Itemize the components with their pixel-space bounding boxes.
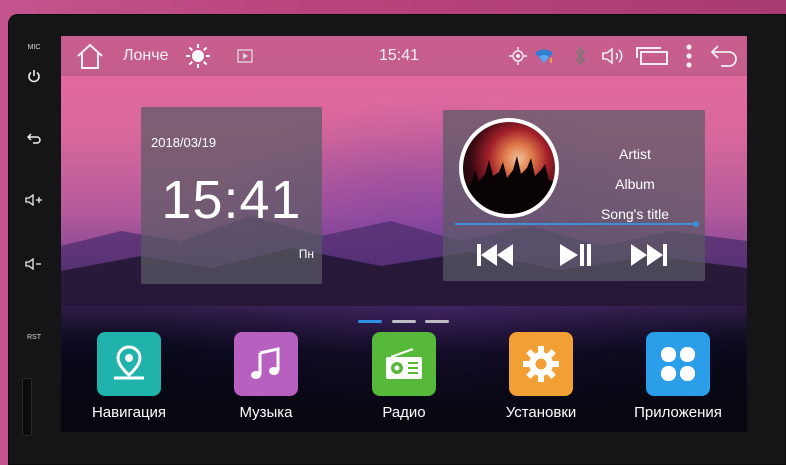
- sd-card-slot: [22, 378, 32, 436]
- clock-date: 2018/03/19: [151, 135, 217, 150]
- album-art[interactable]: [459, 118, 559, 218]
- play-pause-button[interactable]: [553, 240, 597, 270]
- app-title: Лонче: [123, 47, 169, 64]
- more-vertical-icon: [686, 44, 692, 68]
- back-arrow-icon: [710, 45, 737, 67]
- radio-icon: [372, 332, 436, 396]
- bluetooth-icon: [573, 36, 587, 76]
- map-pin-icon: [97, 332, 161, 396]
- recent-apps-icon: [636, 47, 668, 65]
- rst-label: RST: [27, 334, 41, 341]
- volume-down-icon: [25, 258, 41, 270]
- play-pause-icon: [560, 244, 591, 266]
- track-artist: Artist: [619, 146, 651, 162]
- clock-time: 15:41: [161, 170, 302, 230]
- skip-next-icon: [631, 244, 667, 266]
- page-dot-active[interactable]: [358, 320, 382, 323]
- music-widget[interactable]: Artist Album Song's title: [443, 110, 705, 281]
- app-settings[interactable]: Установки: [481, 332, 601, 428]
- gear-icon: [509, 332, 573, 396]
- app-music[interactable]: Музыка: [206, 332, 326, 428]
- volume-up-icon: [25, 194, 42, 206]
- track-progress-thumb[interactable]: [693, 221, 699, 227]
- mic-label: MIC: [27, 44, 41, 51]
- volume-down-button[interactable]: [22, 254, 46, 274]
- hardware-side-panel: MIC RST: [8, 14, 60, 465]
- gps-icon: [509, 36, 527, 76]
- app-label: Навигация: [91, 404, 167, 421]
- clock-widget[interactable]: 2018/03/19 15:41 Пн: [141, 107, 322, 284]
- back-hw-button[interactable]: [22, 128, 46, 148]
- app-label: Радио: [382, 404, 426, 421]
- status-bar: Лонче 15:41: [61, 36, 747, 76]
- app-label: Музыка: [239, 404, 293, 421]
- power-icon: [28, 70, 40, 83]
- home-icon: [77, 43, 103, 69]
- volume-button[interactable]: [601, 36, 627, 76]
- status-clock: 15:41: [379, 47, 420, 64]
- wifi-icon: [533, 36, 555, 76]
- app-navigation[interactable]: Навигация: [69, 332, 189, 428]
- track-progress-bar[interactable]: [455, 223, 697, 225]
- page-dot[interactable]: [392, 320, 416, 323]
- back-button[interactable]: [709, 36, 739, 76]
- home-button[interactable]: [75, 36, 105, 76]
- speaker-icon: [602, 47, 623, 65]
- app-applications[interactable]: Приложения: [618, 332, 738, 428]
- previous-track-button[interactable]: [473, 240, 517, 270]
- apps-grid-icon: [646, 332, 710, 396]
- app-label: Приложения: [634, 404, 722, 421]
- media-playing-indicator: [237, 36, 253, 76]
- multitask-button[interactable]: [635, 36, 671, 76]
- weather-sun-icon: [185, 36, 211, 76]
- track-album: Album: [615, 176, 655, 192]
- play-box-icon: [237, 49, 253, 63]
- menu-button[interactable]: [685, 36, 693, 76]
- track-title: Song's title: [600, 206, 670, 222]
- music-note-icon: [234, 332, 298, 396]
- back-icon: [27, 133, 41, 144]
- volume-up-button[interactable]: [22, 190, 46, 210]
- app-label: Установки: [505, 404, 577, 421]
- next-track-button[interactable]: [627, 240, 671, 270]
- skip-previous-icon: [477, 244, 513, 266]
- power-button[interactable]: [22, 66, 46, 86]
- page-dot[interactable]: [425, 320, 449, 323]
- clock-day: Пн: [298, 247, 314, 261]
- app-radio[interactable]: Радио: [344, 332, 464, 428]
- head-unit-screen: Лонче 15:41 2018/03/19 15:41 Пн Artist A…: [61, 36, 747, 432]
